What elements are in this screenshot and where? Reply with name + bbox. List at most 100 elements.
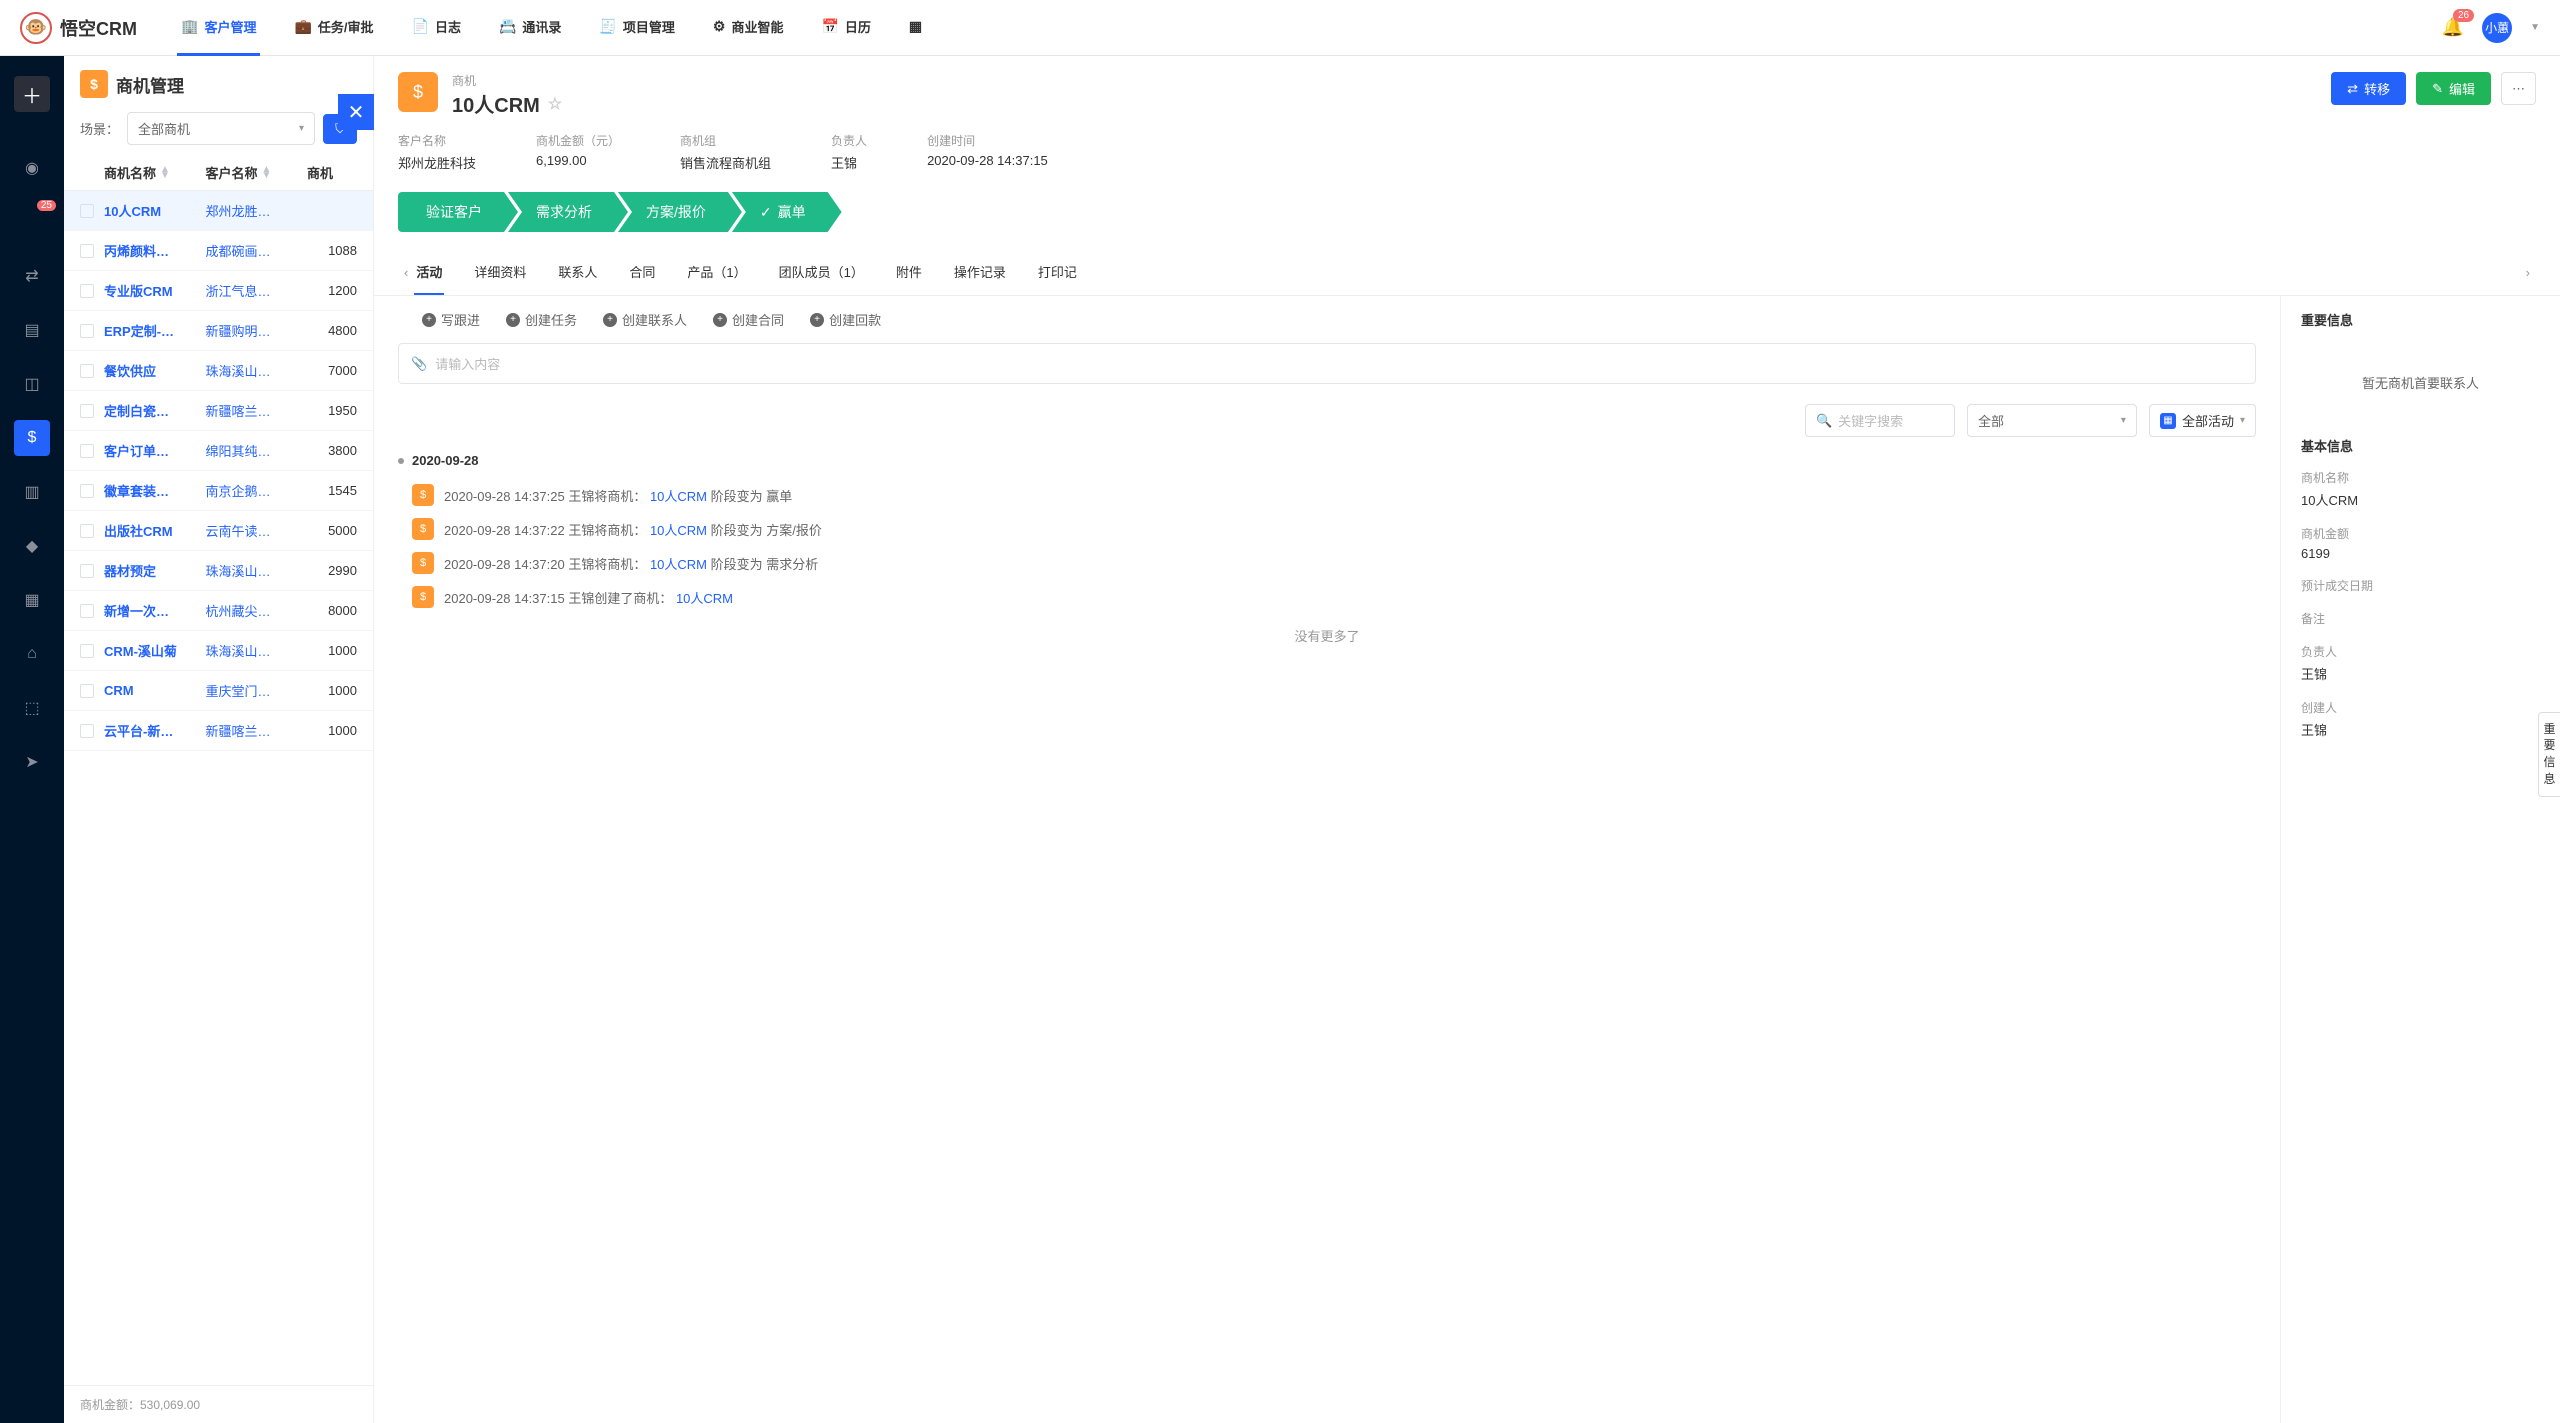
row-customer[interactable]: 新疆喀兰…: [206, 721, 308, 740]
row-name[interactable]: 客户订单…: [104, 441, 206, 460]
row-customer[interactable]: 南京企鹅…: [206, 481, 308, 500]
rail-contract[interactable]: ▥: [14, 474, 50, 510]
table-row[interactable]: 餐饮供应珠海溪山…7000: [64, 351, 373, 391]
row-customer[interactable]: 珠海溪山…: [206, 561, 308, 580]
nav-customer[interactable]: 🏢客户管理: [177, 0, 260, 56]
row-customer[interactable]: 杭州藏尖…: [206, 601, 308, 620]
row-name[interactable]: 定制白瓷…: [104, 401, 206, 420]
table-row[interactable]: CRM重庆堂门…1000: [64, 671, 373, 711]
notification-bell[interactable]: 🔔26: [2442, 17, 2464, 38]
row-customer[interactable]: 绵阳其纯…: [206, 441, 308, 460]
col-amount[interactable]: 商机: [307, 163, 357, 182]
tab[interactable]: 打印记: [1036, 250, 1079, 295]
table-row[interactable]: CRM-溪山菊珠海溪山…1000: [64, 631, 373, 671]
activity-type-button[interactable]: ▦全部活动▾: [2149, 404, 2256, 437]
action-link[interactable]: +创建任务: [506, 310, 577, 329]
tab[interactable]: 产品（1）: [685, 250, 748, 295]
table-row[interactable]: 专业版CRM浙江气息…1200: [64, 271, 373, 311]
row-checkbox[interactable]: [80, 204, 94, 218]
nav-task[interactable]: 💼任务/审批: [290, 0, 377, 56]
stage-quote[interactable]: 方案/报价: [618, 192, 742, 232]
rail-send[interactable]: ➤: [14, 744, 50, 780]
rail-invoice[interactable]: ▦: [14, 582, 50, 618]
nav-apps[interactable]: ▦: [905, 0, 926, 56]
rail-leads[interactable]: ⇄: [14, 258, 50, 294]
action-link[interactable]: +创建联系人: [603, 310, 687, 329]
rail-alerts[interactable]: 25: [14, 204, 50, 240]
col-customer[interactable]: 客户名称▲▼: [206, 163, 308, 182]
log-link[interactable]: 10人CRM: [676, 591, 733, 606]
row-name[interactable]: 徽章套装…: [104, 481, 206, 500]
row-customer[interactable]: 浙江气息…: [206, 281, 308, 300]
row-name[interactable]: CRM-溪山菊: [104, 641, 206, 660]
row-checkbox[interactable]: [80, 244, 94, 258]
tab[interactable]: 活动: [414, 250, 444, 295]
row-customer[interactable]: 新疆购明…: [206, 321, 308, 340]
action-link[interactable]: +创建回款: [810, 310, 881, 329]
close-panel-button[interactable]: ✕: [338, 94, 374, 130]
row-customer[interactable]: 珠海溪山…: [206, 361, 308, 380]
nav-contacts[interactable]: 📇通讯录: [495, 0, 565, 56]
nav-bi[interactable]: ⚙商业智能: [709, 0, 788, 56]
rail-opportunity[interactable]: $: [14, 420, 50, 456]
action-link[interactable]: +写跟进: [422, 310, 480, 329]
edit-button[interactable]: ✎编辑: [2416, 72, 2491, 105]
row-checkbox[interactable]: [80, 284, 94, 298]
table-row[interactable]: 客户订单…绵阳其纯…3800: [64, 431, 373, 471]
table-row[interactable]: 徽章套装…南京企鹅…1545: [64, 471, 373, 511]
row-customer[interactable]: 郑州龙胜…: [206, 201, 308, 220]
row-checkbox[interactable]: [80, 404, 94, 418]
tab[interactable]: 附件: [894, 250, 924, 295]
log-link[interactable]: 10人CRM: [650, 489, 707, 504]
transfer-button[interactable]: ⇄转移: [2331, 72, 2406, 105]
row-checkbox[interactable]: [80, 684, 94, 698]
row-customer[interactable]: 重庆堂门…: [206, 681, 308, 700]
star-icon[interactable]: ☆: [548, 94, 562, 114]
row-name[interactable]: 云平台-新…: [104, 721, 206, 740]
table-row[interactable]: 新增一次…杭州藏尖…8000: [64, 591, 373, 631]
more-button[interactable]: ⋯: [2501, 72, 2536, 105]
row-name[interactable]: 新增一次…: [104, 601, 206, 620]
row-name[interactable]: CRM: [104, 683, 206, 698]
table-row[interactable]: 器材预定珠海溪山…2990: [64, 551, 373, 591]
row-checkbox[interactable]: [80, 444, 94, 458]
row-checkbox[interactable]: [80, 484, 94, 498]
row-customer[interactable]: 成都碗画…: [206, 241, 308, 260]
table-row[interactable]: 云平台-新…新疆喀兰…1000: [64, 711, 373, 751]
rail-product[interactable]: ⬚: [14, 690, 50, 726]
float-important-tab[interactable]: 重要信息: [2538, 712, 2560, 797]
tabs-prev[interactable]: ‹: [398, 265, 414, 280]
col-name[interactable]: 商机名称▲▼: [104, 163, 206, 182]
tab[interactable]: 操作记录: [952, 250, 1008, 295]
followup-input[interactable]: 📎请输入内容: [398, 343, 2256, 384]
row-checkbox[interactable]: [80, 564, 94, 578]
row-name[interactable]: 器材预定: [104, 561, 206, 580]
stage-win[interactable]: ✓赢单: [732, 192, 842, 232]
row-name[interactable]: 出版社CRM: [104, 521, 206, 540]
table-row[interactable]: 出版社CRM云南午读…5000: [64, 511, 373, 551]
rail-dashboard[interactable]: ◉: [14, 150, 50, 186]
tab[interactable]: 团队成员（1）: [777, 250, 866, 295]
row-checkbox[interactable]: [80, 524, 94, 538]
row-customer[interactable]: 珠海溪山…: [206, 641, 308, 660]
rail-home[interactable]: ⌂: [14, 636, 50, 672]
rail-customers[interactable]: ▤: [14, 312, 50, 348]
row-name[interactable]: 丙烯颜料…: [104, 241, 206, 260]
row-name[interactable]: 专业版CRM: [104, 281, 206, 300]
table-row[interactable]: ERP定制-…新疆购明…4800: [64, 311, 373, 351]
search-input[interactable]: 🔍关键字搜索: [1805, 404, 1955, 437]
rail-add-button[interactable]: ＋: [14, 76, 50, 112]
tabs-next[interactable]: ›: [2520, 265, 2536, 280]
row-name[interactable]: ERP定制-…: [104, 321, 206, 340]
row-name[interactable]: 10人CRM: [104, 201, 206, 220]
tab[interactable]: 联系人: [556, 250, 599, 295]
tab[interactable]: 合同: [627, 250, 657, 295]
row-customer[interactable]: 新疆喀兰…: [206, 401, 308, 420]
nav-log[interactable]: 📄日志: [408, 0, 465, 56]
chevron-down-icon[interactable]: ▼: [2530, 22, 2540, 33]
row-checkbox[interactable]: [80, 604, 94, 618]
filter-select[interactable]: 全部▾: [1967, 404, 2137, 437]
nav-calendar[interactable]: 📅日历: [817, 0, 874, 56]
table-row[interactable]: 10人CRM郑州龙胜…: [64, 191, 373, 231]
stage-verify[interactable]: 验证客户: [398, 192, 518, 232]
